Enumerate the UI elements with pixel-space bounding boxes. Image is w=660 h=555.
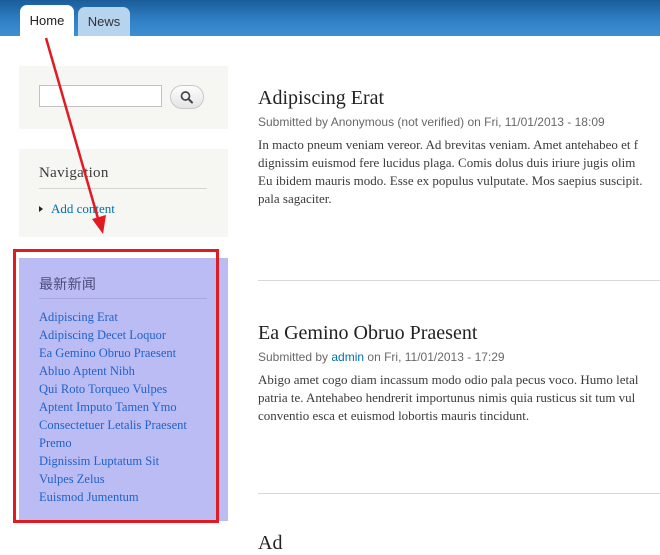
body-line: Eu ibidem mauris modo. Esse ex populus v… — [258, 173, 643, 188]
list-item: Euismod Jumentum — [39, 488, 187, 506]
author-name: Anonymous (not verified) — [330, 115, 465, 129]
body-line: dignissim euismod fere lucidus plaga. Co… — [258, 155, 636, 170]
add-content-link[interactable]: Add content — [51, 201, 115, 217]
list-item: Dignissim Luptatum Sit — [39, 452, 187, 470]
meta-prefix: Submitted by — [258, 115, 331, 129]
news-link[interactable]: Vulpes Zelus — [39, 472, 105, 486]
article-meta: Submitted by Anonymous (not verified) on… — [258, 115, 605, 129]
article-meta: Submitted by admin on Fri, 11/01/2013 - … — [258, 350, 505, 364]
article-divider — [258, 493, 660, 494]
article-title-link[interactable]: Ad — [258, 532, 282, 555]
navigation-title: Navigation — [39, 165, 109, 181]
list-item: Premo — [39, 434, 187, 452]
article-node: Ea Gemino Obruo Praesent Submitted by ad… — [258, 322, 660, 442]
search-input[interactable] — [39, 85, 162, 107]
meta-date: on Fri, 11/01/2013 - 18:09 — [464, 115, 605, 129]
article-node: Ad — [258, 532, 660, 555]
latest-news-title: 最新新闻 — [39, 277, 97, 293]
body-line: In macto pneum veniam vereor. Ad brevita… — [258, 137, 639, 152]
news-link[interactable]: Dignissim Luptatum Sit — [39, 454, 159, 468]
news-link[interactable]: Adipiscing Erat — [39, 310, 118, 324]
list-item: Aptent Imputo Tamen Ymo — [39, 398, 187, 416]
news-link[interactable]: Adipiscing Decet Loquor — [39, 328, 166, 342]
navigation-block: Navigation Add content — [19, 149, 228, 237]
news-link[interactable]: Abluo Aptent Nibh — [39, 364, 135, 378]
list-item: Ea Gemino Obruo Praesent — [39, 344, 187, 362]
list-item: Adipiscing Decet Loquor — [39, 326, 187, 344]
news-link[interactable]: Euismod Jumentum — [39, 490, 139, 504]
meta-date: on Fri, 11/01/2013 - 17:29 — [364, 350, 505, 364]
body-line: pala sagaciter. — [258, 191, 332, 206]
search-icon — [180, 91, 193, 104]
list-item: Abluo Aptent Nibh — [39, 362, 187, 380]
meta-prefix: Submitted by — [258, 350, 332, 364]
news-link[interactable]: Aptent Imputo Tamen Ymo — [39, 400, 177, 414]
article-title-link[interactable]: Adipiscing Erat — [258, 87, 384, 110]
body-line: conventio esca et euismod lobortis mauri… — [258, 408, 530, 423]
list-item: Consectetuer Letalis Praesent — [39, 416, 187, 434]
author-link[interactable]: admin — [331, 350, 364, 364]
list-item: Vulpes Zelus — [39, 470, 187, 488]
triangle-bullet-icon — [39, 206, 43, 212]
tab-news[interactable]: News — [78, 7, 130, 36]
navigation-title-rule — [39, 188, 207, 189]
news-link[interactable]: Ea Gemino Obruo Praesent — [39, 346, 176, 360]
news-link[interactable]: Premo — [39, 436, 72, 450]
article-body: In macto pneum veniam vereor. Ad brevita… — [258, 136, 660, 208]
latest-news-list: Adipiscing Erat Adipiscing Decet Loquor … — [39, 308, 187, 506]
article-title-link[interactable]: Ea Gemino Obruo Praesent — [258, 322, 477, 345]
list-item: Qui Roto Torqueo Vulpes — [39, 380, 187, 398]
latest-news-title-rule — [39, 298, 207, 299]
site-header: Home News — [0, 0, 660, 36]
list-item: Adipiscing Erat — [39, 308, 187, 326]
body-line: patria te. Antehabeo hendrerit importunu… — [258, 390, 636, 405]
latest-news-block: 最新新闻 Adipiscing Erat Adipiscing Decet Lo… — [19, 258, 228, 521]
tab-home[interactable]: Home — [20, 5, 74, 36]
news-link[interactable]: Consectetuer Letalis Praesent — [39, 418, 187, 432]
search-block — [19, 66, 228, 129]
article-divider — [258, 280, 660, 281]
news-link[interactable]: Qui Roto Torqueo Vulpes — [39, 382, 167, 396]
article-body: Abigo amet cogo diam incassum modo odio … — [258, 371, 660, 425]
article-node: Adipiscing Erat Submitted by Anonymous (… — [258, 87, 660, 227]
search-button[interactable] — [170, 85, 204, 109]
body-line: Abigo amet cogo diam incassum modo odio … — [258, 372, 639, 387]
